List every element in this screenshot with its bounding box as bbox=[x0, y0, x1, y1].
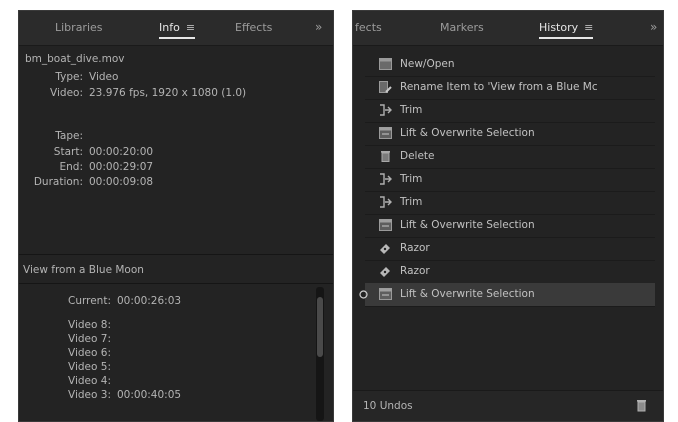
history-item-label: Delete bbox=[400, 150, 435, 162]
tab-effects[interactable]: fects bbox=[355, 21, 382, 34]
panel-menu-icon[interactable]: ≡ bbox=[584, 21, 593, 34]
tab-info-label: Info bbox=[159, 21, 180, 34]
video-track-label: Video 5: bbox=[68, 361, 111, 373]
end-value: 00:00:29:07 bbox=[89, 161, 154, 173]
duration-label: Duration: bbox=[33, 176, 83, 188]
overflow-chevron-icon[interactable]: » bbox=[650, 20, 657, 34]
lift-overwrite-icon bbox=[379, 127, 392, 139]
video-track-label: Video 6: bbox=[68, 347, 111, 359]
end-label: End: bbox=[59, 161, 84, 173]
overflow-chevron-icon[interactable]: » bbox=[315, 20, 322, 34]
info-scrollbar[interactable] bbox=[316, 287, 324, 421]
duration-value: 00:00:09:08 bbox=[89, 176, 154, 188]
video-track-label: Video 4: bbox=[68, 375, 111, 387]
history-item-label: Rename Item to 'View from a Blue Mc bbox=[400, 81, 598, 93]
type-value: Video bbox=[89, 71, 119, 83]
history-item[interactable]: Razor bbox=[365, 260, 655, 284]
history-item[interactable]: Trim bbox=[365, 191, 655, 215]
panel-menu-icon[interactable]: ≡ bbox=[186, 21, 195, 34]
history-item[interactable]: Razor bbox=[365, 237, 655, 261]
history-item[interactable]: Trim bbox=[365, 168, 655, 192]
history-item[interactable]: Delete bbox=[365, 145, 655, 169]
history-item[interactable]: New/Open bbox=[365, 53, 655, 77]
current-label: Current: bbox=[68, 295, 111, 307]
history-item-label: Lift & Overwrite Selection bbox=[400, 288, 535, 300]
tab-effects[interactable]: Effects bbox=[235, 21, 272, 34]
type-label: Type: bbox=[55, 71, 83, 83]
history-list: New/Open Rename Item to 'View from a Blu… bbox=[353, 53, 663, 391]
trim-icon bbox=[380, 173, 392, 185]
section-divider bbox=[19, 283, 333, 284]
razor-icon bbox=[380, 244, 390, 254]
undo-count: 10 Undos bbox=[363, 400, 413, 412]
sequence-name: View from a Blue Moon bbox=[23, 264, 144, 276]
history-item-label: Trim bbox=[400, 173, 423, 185]
info-panel-tabbar: Libraries Info ≡ Effects » bbox=[19, 11, 333, 46]
current-state-marker-icon bbox=[359, 290, 368, 299]
history-item-label: Razor bbox=[400, 242, 430, 254]
video-track-label: Video 7: bbox=[68, 333, 111, 345]
history-item-label: Trim bbox=[400, 196, 423, 208]
history-item-label: Trim bbox=[400, 104, 423, 116]
history-item[interactable]: Trim bbox=[365, 99, 655, 123]
history-item[interactable]: Lift & Overwrite Selection bbox=[365, 214, 655, 238]
info-scrollbar-thumb[interactable] bbox=[317, 297, 323, 357]
history-item-label: New/Open bbox=[400, 58, 455, 70]
tape-label: Tape: bbox=[55, 130, 83, 142]
history-footer: 10 Undos bbox=[353, 390, 663, 421]
history-item-label: Lift & Overwrite Selection bbox=[400, 219, 535, 231]
razor-icon bbox=[380, 267, 390, 277]
delete-icon bbox=[381, 151, 390, 162]
lift-overwrite-icon bbox=[379, 219, 392, 231]
history-item-selected[interactable]: Lift & Overwrite Selection bbox=[359, 283, 655, 307]
current-value: 00:00:26:03 bbox=[117, 295, 182, 307]
trash-icon[interactable] bbox=[636, 399, 647, 412]
video-label: Video: bbox=[50, 87, 83, 99]
trim-icon bbox=[380, 104, 392, 116]
history-item[interactable]: Rename Item to 'View from a Blue Mc bbox=[365, 76, 655, 100]
video-value: 23.976 fps, 1920 x 1080 (1.0) bbox=[89, 87, 247, 99]
video-track-value: 00:00:40:05 bbox=[117, 389, 182, 401]
rename-icon bbox=[379, 81, 392, 93]
tab-history-label: History bbox=[539, 21, 579, 34]
history-panel-tabbar: fects Markers History ≡ » bbox=[353, 11, 663, 46]
video-track-label: Video 8: bbox=[68, 319, 111, 331]
tab-libraries[interactable]: Libraries bbox=[55, 21, 103, 34]
history-panel: fects Markers History ≡ » New/Open Rename… bbox=[352, 10, 664, 422]
history-item-label: Lift & Overwrite Selection bbox=[400, 127, 535, 139]
tab-markers[interactable]: Markers bbox=[440, 21, 484, 34]
new-open-icon bbox=[379, 58, 392, 70]
info-panel: Libraries Info ≡ Effects » bm_boat_dive.m… bbox=[18, 10, 334, 422]
lift-overwrite-icon bbox=[379, 288, 392, 300]
start-value: 00:00:20:00 bbox=[89, 146, 154, 158]
tab-history[interactable]: History ≡ bbox=[539, 21, 594, 39]
trim-icon bbox=[380, 196, 392, 208]
start-label: Start: bbox=[53, 146, 83, 158]
clip-name: bm_boat_dive.mov bbox=[25, 53, 125, 65]
history-item[interactable]: Lift & Overwrite Selection bbox=[365, 122, 655, 146]
history-item-label: Razor bbox=[400, 265, 430, 277]
tab-info[interactable]: Info ≡ bbox=[159, 21, 196, 39]
section-divider bbox=[19, 254, 333, 255]
video-track-label: Video 3: bbox=[68, 389, 111, 401]
